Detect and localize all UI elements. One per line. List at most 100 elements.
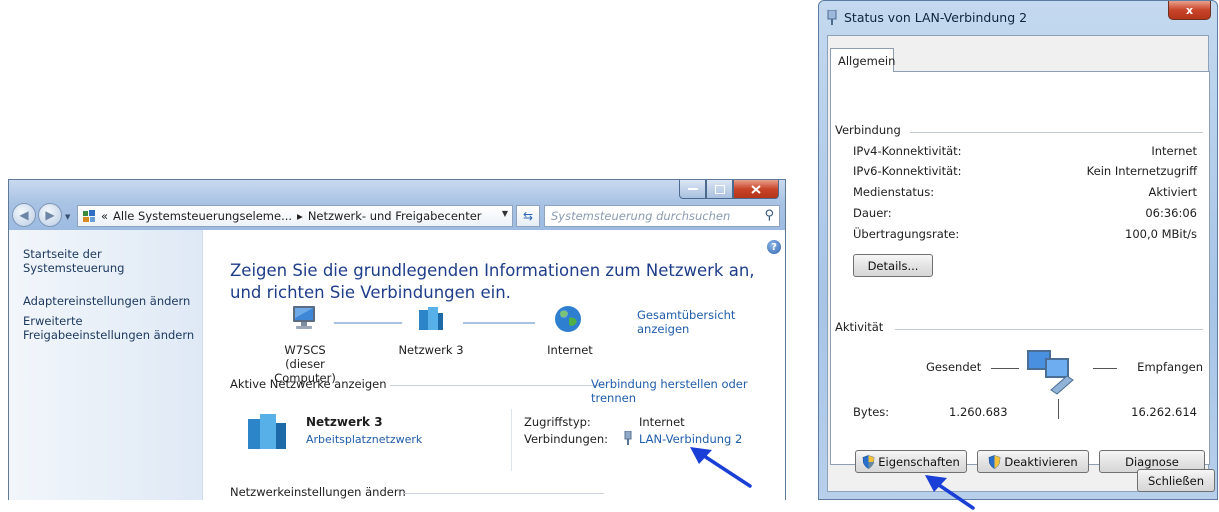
details-divider — [511, 409, 512, 471]
breadcrumb-all-items[interactable]: Alle Systemsteuerungseleme... — [113, 209, 292, 223]
connection-group-label: Verbindung — [835, 123, 905, 137]
breadcrumb-prefix[interactable]: « — [101, 209, 108, 223]
refresh-button[interactable]: ⇆ — [516, 205, 540, 227]
annotation-arrow-properties — [925, 475, 975, 510]
recent-pages-chevron-icon[interactable]: ▼ — [65, 213, 70, 221]
media-status-label: Medienstatus: — [853, 185, 935, 199]
back-button[interactable]: ◀ — [12, 203, 36, 227]
ipv6-value: Kein Internetzugriff — [1086, 164, 1197, 178]
sidebar-item-control-panel-home[interactable]: Startseite der Systemsteuerung — [23, 247, 202, 275]
control-panel-icon — [83, 210, 95, 222]
network-activity-icon — [1027, 350, 1074, 395]
uac-shield-icon — [989, 454, 1001, 469]
disable-label: Deaktivieren — [1004, 454, 1078, 469]
general-tab-panel: Verbindung IPv4-Konnektivität: Internet … — [830, 71, 1210, 510]
back-arrow-icon: ◀ — [19, 208, 29, 222]
connection-group-rule — [910, 132, 1203, 133]
minimize-button[interactable] — [679, 180, 706, 199]
close-button[interactable]: Schließen — [1137, 469, 1215, 492]
speed-value: 100,0 MBit/s — [1125, 227, 1197, 241]
maximize-icon — [714, 184, 725, 194]
lan-connection-link[interactable]: LAN-Verbindung 2 — [639, 432, 742, 446]
network-connection-icon — [827, 10, 837, 25]
received-line — [1093, 368, 1117, 369]
change-settings-header: Netzwerkeinstellungen ändern — [230, 485, 406, 499]
task-pane: Startseite der Systemsteuerung Adapterei… — [9, 230, 203, 500]
internet-globe-icon[interactable] — [552, 304, 584, 334]
close-icon — [751, 184, 761, 194]
computer-name: W7SCS — [284, 343, 326, 357]
refresh-icon: ⇆ — [522, 209, 534, 223]
full-map-link[interactable]: Gesamtübersicht anzeigen — [637, 308, 785, 336]
breadcrumb-separator[interactable]: ▸ — [297, 209, 303, 223]
forward-button[interactable]: ▶ — [38, 203, 62, 227]
sent-label: Gesendet — [926, 360, 982, 374]
close-window-button[interactable] — [733, 180, 779, 199]
control-panel-window: ◀ ▶ ▼ « Alle Systemsteuerungseleme... ▸ … — [8, 179, 786, 500]
change-settings-section: Netzwerkeinstellungen ändern — [230, 485, 782, 499]
window-titlebar: ◀ ▶ ▼ « Alle Systemsteuerungseleme... ▸ … — [9, 180, 785, 230]
details-button[interactable]: Details... — [853, 254, 933, 277]
bytes-received-value: 16.262.614 — [1131, 405, 1197, 419]
active-network-icon — [248, 414, 286, 449]
search-icon[interactable]: ⚲ — [764, 208, 774, 223]
speed-label: Übertragungsrate: — [853, 227, 960, 241]
ipv4-label: IPv4-Konnektivität: — [853, 144, 962, 158]
forward-arrow-icon: ▶ — [45, 208, 55, 222]
duration-value: 06:36:06 — [1145, 206, 1197, 220]
lan-status-dialog: Status von LAN-Verbindung 2 x Allgemein … — [818, 0, 1218, 510]
active-network-name: Netzwerk 3 — [306, 415, 383, 429]
access-type-value: Internet — [639, 415, 685, 429]
active-networks-header: Aktive Netzwerke anzeigen — [230, 377, 387, 391]
page-title: Zeigen Sie die grundlegenden Information… — [230, 261, 755, 302]
sidebar-item-advanced-line1[interactable]: Erweiterte — [23, 314, 202, 328]
internet-label: Internet — [547, 343, 593, 357]
ipv4-value: Internet — [1151, 144, 1197, 158]
dialog-titlebar: Status von LAN-Verbindung 2 — [819, 1, 1217, 35]
activity-group-rule — [895, 329, 1203, 330]
dialog-title: Status von LAN-Verbindung 2 — [844, 10, 1028, 25]
access-type-label: Zugriffstyp: — [524, 415, 591, 429]
dialog-close-x-button[interactable]: x — [1168, 1, 1211, 20]
computer-icon[interactable] — [288, 304, 320, 334]
duration-label: Dauer: — [853, 206, 892, 220]
sidebar-item-advanced-sharing[interactable]: Freigabeeinstellungen ändern — [23, 328, 202, 342]
network-label: Netzwerk 3 — [398, 343, 464, 357]
dialog-body: Allgemein Verbindung IPv4-Konnektivität:… — [827, 35, 1215, 510]
uac-shield-icon — [862, 454, 875, 469]
ipv6-label: IPv6-Konnektivität: — [853, 164, 962, 178]
tab-general[interactable]: Allgemein — [830, 48, 895, 72]
maximize-button[interactable] — [706, 180, 733, 199]
network-type-link[interactable]: Arbeitsplatznetzwerk — [306, 433, 422, 446]
disable-button[interactable]: Deaktivieren — [977, 450, 1089, 473]
help-icon[interactable]: ? — [767, 240, 781, 254]
search-input[interactable]: Systemsteuerung durchsuchen ⚲ — [544, 205, 780, 227]
connection-line-1 — [334, 322, 402, 324]
address-bar[interactable]: « Alle Systemsteuerungseleme... ▸ Netzwe… — [77, 205, 513, 227]
properties-label: Eigenschaften — [878, 454, 960, 469]
annotation-arrow-lan-link — [690, 447, 752, 488]
connect-disconnect-link[interactable]: Verbindung herstellen oder trennen — [591, 377, 785, 405]
lan-connector-icon — [624, 431, 632, 445]
minimize-icon — [687, 188, 698, 190]
connection-line-2 — [463, 322, 535, 324]
section-divider — [390, 385, 606, 386]
breadcrumb-network-center[interactable]: Netzwerk- und Freigabecenter — [308, 209, 482, 223]
navigation-bar: ◀ ▶ ▼ « Alle Systemsteuerungseleme... ▸ … — [9, 201, 785, 229]
media-status-value: Aktiviert — [1148, 185, 1197, 199]
activity-group-label: Aktivität — [835, 320, 888, 334]
address-dropdown-icon[interactable]: ▼ — [502, 209, 508, 218]
search-placeholder: Systemsteuerung durchsuchen — [551, 209, 731, 223]
connections-label: Verbindungen: — [524, 432, 608, 446]
received-label: Empfangen — [1137, 360, 1203, 374]
bytes-divider — [1058, 399, 1059, 419]
sent-line — [991, 368, 1019, 369]
sidebar-item-adapter-settings[interactable]: Adaptereinstellungen ändern — [23, 294, 202, 308]
close-icon: x — [1185, 3, 1194, 17]
caption-buttons — [679, 180, 779, 200]
properties-button[interactable]: Eigenschaften — [855, 450, 967, 473]
bytes-sent-value: 1.260.683 — [949, 405, 1008, 419]
network-icon[interactable] — [415, 304, 447, 334]
bytes-label: Bytes: — [853, 405, 890, 419]
change-settings-divider — [404, 493, 604, 494]
